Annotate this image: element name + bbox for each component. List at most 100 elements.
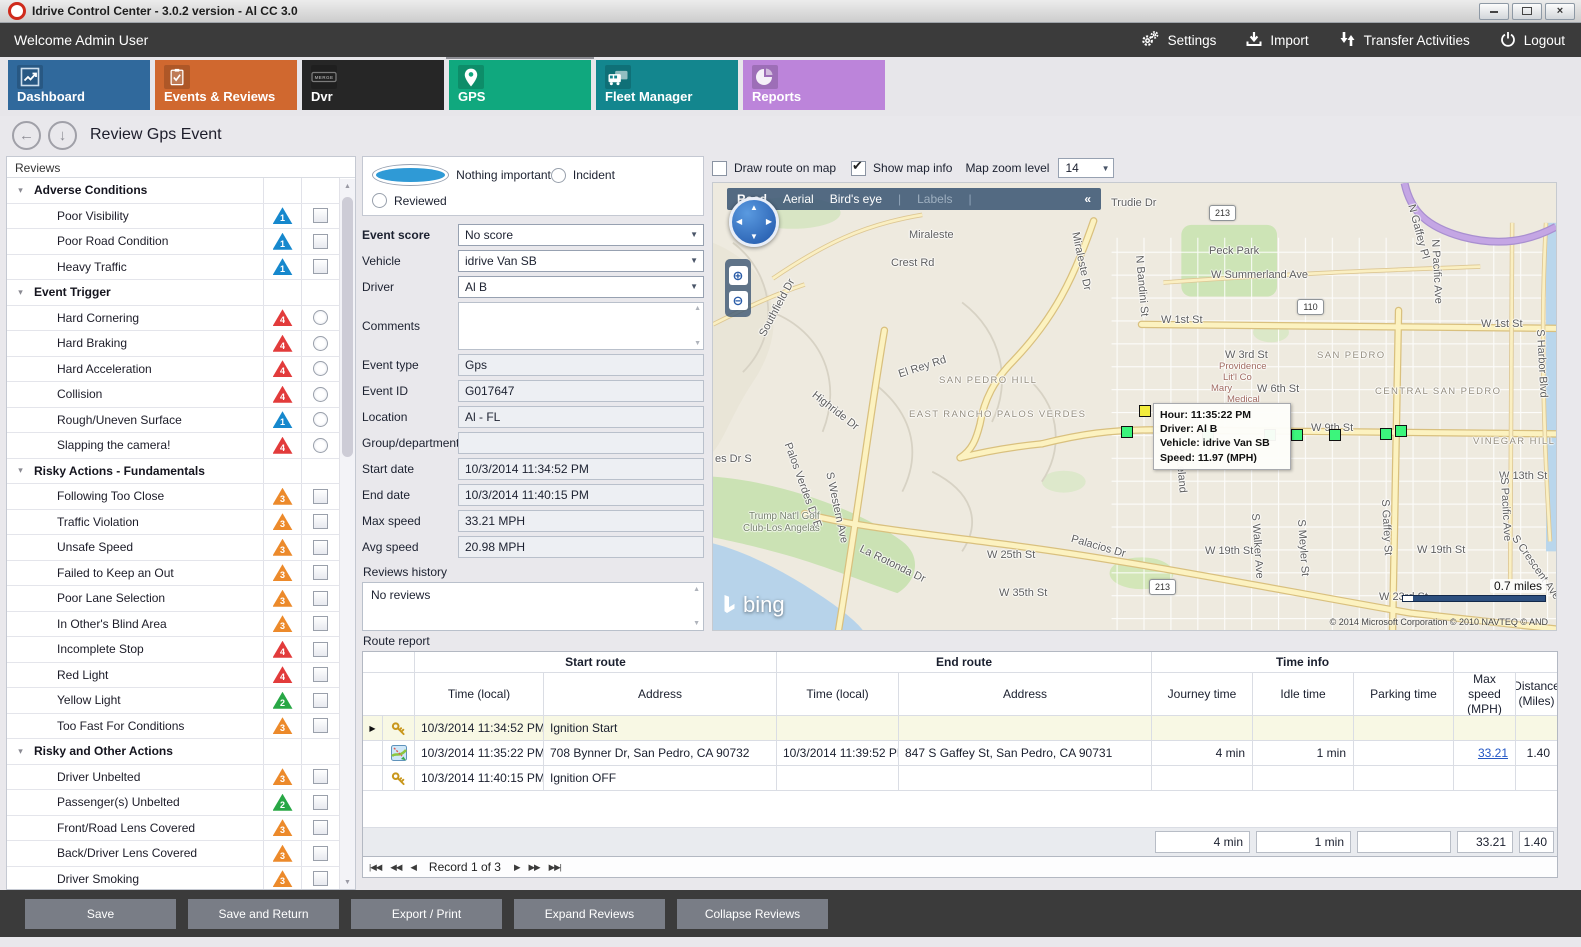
route-row[interactable]: 10/3/2014 11:40:15 PMIgnition OFF [363, 766, 1557, 791]
collapse-reviews-button[interactable]: Collapse Reviews [677, 899, 828, 929]
scroll-thumb[interactable] [342, 197, 353, 457]
col-9[interactable]: Distance (Miles) [1516, 673, 1557, 716]
review-item-row[interactable]: Heavy Traffic1 [7, 255, 340, 281]
event-score-select[interactable]: No score [458, 224, 704, 246]
review-item-row[interactable]: Passenger(s) Unbelted2 [7, 790, 340, 816]
review-checkbox[interactable] [313, 642, 328, 657]
show-map-info-checkbox[interactable] [851, 161, 866, 176]
review-radio[interactable] [313, 361, 328, 376]
review-item-row[interactable]: Collision4 [7, 382, 340, 408]
record-fastforward-button[interactable]: ▶▶ [529, 862, 540, 873]
review-checkbox[interactable] [313, 795, 328, 810]
vehicle-select[interactable]: idrive Van SB [458, 250, 704, 272]
review-item-row[interactable]: In Other's Blind Area3 [7, 612, 340, 638]
review-item-row[interactable]: Poor Visibility1 [7, 204, 340, 230]
collapse-icon[interactable]: ▾ [7, 739, 34, 764]
review-radio[interactable] [313, 310, 328, 325]
review-item-row[interactable]: Hard Acceleration4 [7, 357, 340, 383]
review-checkbox[interactable] [313, 565, 328, 580]
down-button[interactable]: ↓ [48, 121, 77, 150]
tab-reports[interactable]: Reports [743, 60, 885, 110]
review-checkbox[interactable] [313, 616, 328, 631]
tab-events-reviews[interactable]: Events & Reviews [155, 60, 297, 110]
transfer-activities-button[interactable]: Transfer Activities [1339, 30, 1470, 51]
review-item-row[interactable]: Failed to Keep an Out3 [7, 561, 340, 587]
col-7[interactable]: Parking time [1354, 673, 1454, 716]
review-checkbox[interactable] [313, 693, 328, 708]
tab-dvr[interactable]: MERGEDvr [302, 60, 444, 110]
logout-button[interactable]: Logout [1500, 30, 1565, 51]
review-item-row[interactable]: Poor Road Condition1 [7, 229, 340, 255]
col-4[interactable]: Address [899, 673, 1152, 716]
review-radio[interactable] [313, 387, 328, 402]
tab-gps[interactable]: GPS [449, 60, 591, 110]
settings-button[interactable]: Settings [1140, 30, 1217, 51]
scroll-up-icon[interactable]: ▲ [344, 179, 351, 193]
review-checkbox[interactable] [313, 667, 328, 682]
review-item-row[interactable]: Unsafe Speed3 [7, 535, 340, 561]
col-2[interactable]: Address [544, 673, 777, 716]
review-checkbox[interactable] [313, 718, 328, 733]
review-checkbox[interactable] [313, 234, 328, 249]
route-row[interactable]: 10/3/2014 11:35:22 PM708 Bynner Dr, San … [363, 741, 1557, 766]
save-and-return-button[interactable]: Save and Return [188, 899, 339, 929]
status-radio-option[interactable]: Incident [551, 164, 694, 186]
review-checkbox[interactable] [313, 259, 328, 274]
scroll-down-icon[interactable]: ▼ [344, 875, 351, 889]
review-item-row[interactable]: Slapping the camera!4 [7, 433, 340, 459]
review-radio[interactable] [313, 438, 328, 453]
comments-textarea[interactable]: ▲▼ [458, 302, 704, 350]
map-mode-bird-s-eye[interactable]: Bird's eye [830, 192, 882, 206]
toolbar-collapse-button[interactable]: « [1084, 192, 1091, 206]
route-point-marker[interactable] [1329, 429, 1341, 441]
map-compass-control[interactable]: ▲ ▼ ◀ ▶ [729, 197, 779, 247]
zoom-out-button[interactable]: ⊖ [729, 291, 748, 310]
review-item-row[interactable]: Yellow Light2 [7, 688, 340, 714]
route-point-marker[interactable] [1395, 425, 1407, 437]
review-item-row[interactable]: Back/Driver Lens Covered3 [7, 841, 340, 867]
review-checkbox[interactable] [313, 846, 328, 861]
record-next-button[interactable]: ▶ [514, 862, 520, 873]
record-prev-button[interactable]: ◀ [410, 862, 416, 873]
review-checkbox[interactable] [313, 208, 328, 223]
review-item-row[interactable]: Incomplete Stop4 [7, 637, 340, 663]
maximize-button[interactable] [1512, 3, 1542, 20]
route-point-marker[interactable] [1380, 428, 1392, 440]
route-start-marker[interactable] [1139, 405, 1151, 417]
review-checkbox[interactable] [313, 514, 328, 529]
review-item-row[interactable]: Rough/Uneven Surface1 [7, 408, 340, 434]
map-mode-aerial[interactable]: Aerial [783, 192, 814, 206]
radio-icon[interactable] [372, 193, 387, 208]
col-8[interactable]: Max speed (MPH) [1454, 673, 1516, 716]
zoom-in-button[interactable]: ⊕ [729, 266, 748, 285]
collapse-icon[interactable]: ▾ [7, 459, 34, 484]
import-button[interactable]: Import [1246, 30, 1308, 51]
review-radio[interactable] [313, 412, 328, 427]
save-button[interactable]: Save [25, 899, 176, 929]
max-speed-link[interactable]: 33.21 [1478, 746, 1508, 760]
record-last-button[interactable]: ▶▶| [549, 862, 561, 873]
back-button[interactable]: ← [12, 121, 41, 150]
col-5[interactable]: Journey time [1152, 673, 1253, 716]
review-item-row[interactable]: Traffic Violation3 [7, 510, 340, 536]
expand-reviews-button[interactable]: Expand Reviews [514, 899, 665, 929]
map-zoom-select[interactable]: 14 [1058, 158, 1114, 178]
review-group-row[interactable]: ▾Risky and Other Actions [7, 739, 340, 765]
review-checkbox[interactable] [313, 540, 328, 555]
col-6[interactable]: Idle time [1253, 673, 1354, 716]
col-1[interactable]: Time (local) [415, 673, 544, 716]
minimize-button[interactable] [1479, 3, 1509, 20]
review-item-row[interactable]: Red Light4 [7, 663, 340, 689]
collapse-icon[interactable]: ▾ [7, 178, 34, 203]
record-first-button[interactable]: |◀◀ [369, 862, 381, 873]
review-item-row[interactable]: Too Fast For Conditions3 [7, 714, 340, 740]
review-radio[interactable] [313, 336, 328, 351]
review-checkbox[interactable] [313, 489, 328, 504]
review-item-row[interactable]: Front/Road Lens Covered3 [7, 816, 340, 842]
review-item-row[interactable]: Hard Cornering4 [7, 306, 340, 332]
driver-select[interactable]: Al B [458, 276, 704, 298]
reviews-scrollbar[interactable]: ▲ ▼ [339, 179, 355, 889]
review-item-row[interactable]: Following Too Close3 [7, 484, 340, 510]
tab-fleet-manager[interactable]: Fleet Manager [596, 60, 738, 110]
review-group-row[interactable]: ▾Event Trigger [7, 280, 340, 306]
